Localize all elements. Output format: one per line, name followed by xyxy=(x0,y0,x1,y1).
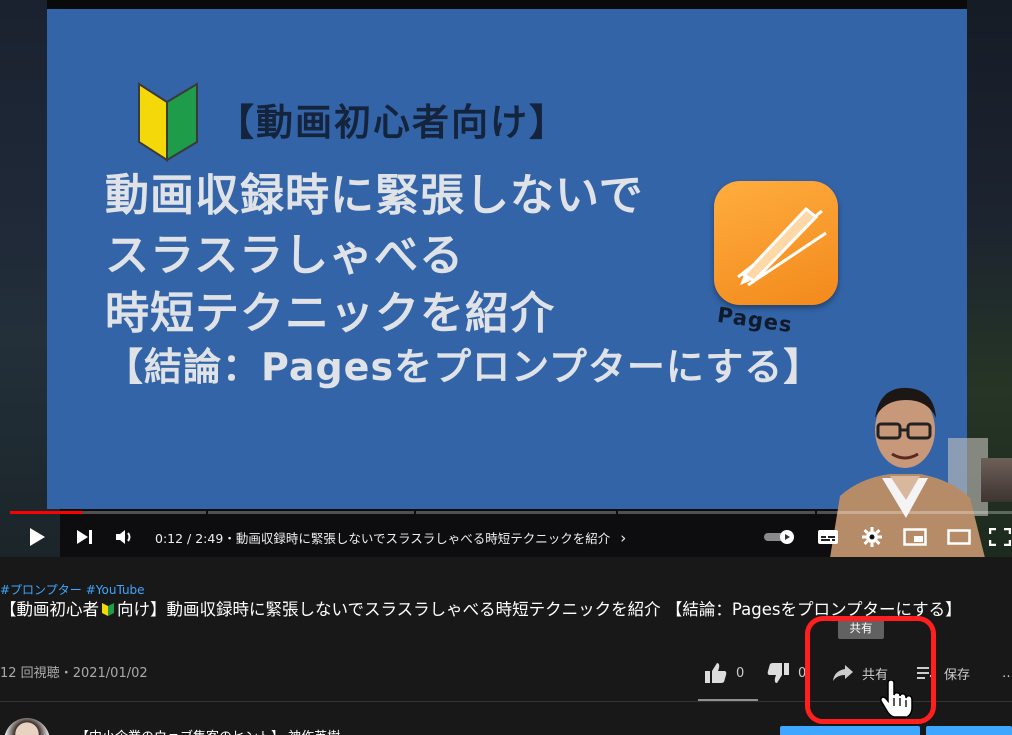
autoplay-toggle[interactable] xyxy=(762,518,798,556)
slide-headline-tag: 【動画初心者向け】 xyxy=(217,101,568,144)
video-player[interactable]: 【動画初心者向け】 動画収録時に緊張しないで スラスラしゃべる 時短テクニックを… xyxy=(0,0,1012,557)
thumbs-up-icon xyxy=(705,663,727,683)
beginner-mark-icon xyxy=(138,82,198,162)
slide-headline-line-1: 動画収録時に緊張しないで xyxy=(105,170,644,221)
like-count: 0 xyxy=(736,665,745,681)
subtitles-button[interactable] xyxy=(814,518,842,556)
settings-gear-icon xyxy=(862,527,882,547)
time-and-chapter[interactable]: 0:12 / 2:49・動画収録時に緊張しないでスラスラしゃべる時短テクニックを… xyxy=(155,528,626,547)
view-count: 12 回視聴 xyxy=(0,666,60,681)
theater-mode-icon xyxy=(947,529,971,545)
slide-headline-line-2: スラスラしゃべる xyxy=(105,230,465,281)
autoplay-toggle-icon xyxy=(764,530,794,544)
player-controls: 0:12 / 2:49・動画収録時に緊張しないでスラスラしゃべる時短テクニックを… xyxy=(0,518,1012,556)
slide-conclusion: 【結論：Pagesをプロンプターにする】 xyxy=(105,345,823,389)
settings-button[interactable] xyxy=(858,518,886,556)
channel-avatar[interactable] xyxy=(4,718,50,735)
channel-name[interactable]: 【中小企業のウェブ集客のヒント】 神作英樹 xyxy=(76,726,340,735)
pages-app-label: Pages xyxy=(715,302,795,338)
next-button[interactable] xyxy=(72,518,96,556)
play-button[interactable] xyxy=(24,518,50,556)
presenter-small-thumbnail xyxy=(980,458,1012,502)
play-icon xyxy=(30,528,45,546)
slide-headline-line-3: 時短テクニックを紹介 xyxy=(105,288,555,339)
hashtag-link[interactable]: #YouTube xyxy=(86,583,145,597)
thumbs-down-icon xyxy=(767,663,789,683)
progress-chapter-marker xyxy=(206,511,208,514)
more-icon: … xyxy=(1002,666,1012,681)
progress-chapter-marker xyxy=(414,511,416,514)
meta-separator: ・ xyxy=(59,666,73,681)
chapter-separator: ・ xyxy=(223,531,236,546)
video-title-text-part1: 【動画初心者 xyxy=(0,600,99,619)
progress-chapter-marker xyxy=(616,511,618,514)
volume-icon xyxy=(116,530,131,544)
miniplayer-icon xyxy=(903,528,927,546)
beginner-mark-icon xyxy=(102,603,114,616)
hashtag-link[interactable]: #プロンプター xyxy=(0,583,82,597)
highlight-annotation-box xyxy=(805,616,936,724)
like-button[interactable]: 0 xyxy=(704,660,744,686)
subtitles-icon xyxy=(818,530,838,544)
dislike-button[interactable]: 0 xyxy=(766,660,806,686)
chapter-chevron-icon: › xyxy=(620,529,627,547)
fullscreen-icon xyxy=(989,528,1011,546)
fullscreen-button[interactable] xyxy=(988,518,1012,556)
time-display: 0:12 / 2:49 xyxy=(155,531,224,546)
progress-chapter-marker xyxy=(815,511,817,514)
progress-bar[interactable] xyxy=(10,511,1012,514)
join-button[interactable] xyxy=(780,726,920,735)
subscribe-button[interactable] xyxy=(926,726,1012,735)
publish-date: 2021/01/02 xyxy=(72,666,148,681)
volume-button[interactable] xyxy=(112,518,136,556)
more-actions-button[interactable]: … xyxy=(1002,660,1012,686)
hashtag-list: #プロンプター #YouTube xyxy=(0,581,149,598)
hand-pointer-cursor-icon xyxy=(880,680,913,718)
chapter-title: 動画収録時に緊張しないでスラスラしゃべる時短テクニックを紹介 xyxy=(235,531,611,546)
video-meta: 12 回視聴・2021/01/02 xyxy=(0,662,148,681)
video-top-bar xyxy=(47,0,967,9)
theater-mode-button[interactable] xyxy=(944,518,974,556)
miniplayer-button[interactable] xyxy=(900,518,930,556)
pages-app-icon xyxy=(714,181,838,305)
save-label: 保存 xyxy=(944,667,971,683)
progress-played xyxy=(10,511,83,514)
next-icon xyxy=(77,530,92,544)
